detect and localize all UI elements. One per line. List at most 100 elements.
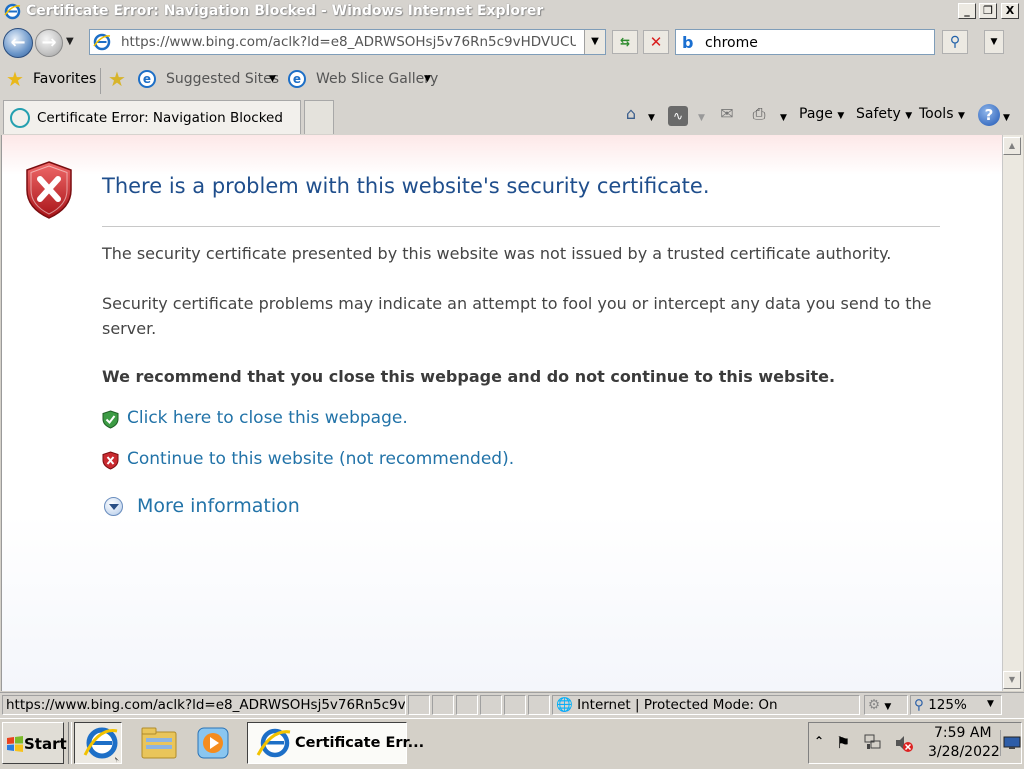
- scroll-up-button[interactable]: ▲: [1003, 137, 1021, 155]
- close-window-button[interactable]: X: [1001, 3, 1019, 19]
- status-pane: [528, 695, 550, 715]
- back-button[interactable]: ←: [3, 28, 33, 58]
- address-dropdown-button[interactable]: ▼: [584, 30, 605, 54]
- status-pane: [408, 695, 430, 715]
- recommendation-text: We recommend that you close this webpage…: [102, 367, 836, 386]
- security-zone[interactable]: 🌐 Internet | Protected Mode: On: [552, 695, 860, 715]
- status-pane: [480, 695, 502, 715]
- tools-menu[interactable]: Tools ▼: [919, 106, 965, 122]
- tab-label: Certificate Error: Navigation Blocked: [37, 110, 283, 126]
- ie-icon: e: [288, 70, 306, 88]
- show-desktop-button[interactable]: [1000, 730, 1021, 756]
- favorites-divider: [100, 68, 101, 94]
- folder-icon: [141, 727, 177, 759]
- printer-icon: ⎙: [752, 104, 766, 123]
- favorites-star-icon: ★: [6, 67, 24, 91]
- page-title: There is a problem with this website's s…: [102, 174, 710, 198]
- more-information-label: More information: [137, 495, 300, 517]
- mail-icon: ✉: [720, 104, 734, 123]
- clock-time[interactable]: 7:59 AM: [934, 725, 992, 741]
- zoom-label: 125%: [928, 697, 967, 713]
- refresh-icon: ⇆: [619, 35, 631, 49]
- home-dropdown[interactable]: ▼: [648, 108, 655, 124]
- recent-pages-dropdown[interactable]: ▼: [66, 36, 74, 47]
- start-button[interactable]: Start: [2, 722, 67, 764]
- page-menu-label: Page: [799, 106, 833, 122]
- taskbar-ie-label: Certificate Err...: [295, 735, 425, 751]
- rss-icon: ∿: [672, 109, 684, 123]
- feeds-button[interactable]: ∿: [668, 106, 688, 126]
- restore-button[interactable]: ❐: [979, 3, 997, 19]
- search-button[interactable]: ⚲: [942, 30, 968, 54]
- popup-blocker-button[interactable]: ⚙ ▼: [864, 695, 908, 715]
- status-pane: [504, 695, 526, 715]
- explanation-text: The security certificate presented by th…: [102, 244, 892, 263]
- search-options-dropdown[interactable]: ▼: [984, 30, 1004, 54]
- zone-label: Internet | Protected Mode: On: [577, 697, 778, 713]
- safety-menu[interactable]: Safety ▼: [856, 106, 912, 122]
- quick-launch-ie[interactable]: [74, 722, 122, 764]
- vertical-scrollbar[interactable]: [1002, 135, 1023, 691]
- chevron-up-icon: ⌃: [814, 734, 825, 748]
- ie-page-icon: [93, 33, 111, 51]
- continue-website-label: Continue to this website (not recommende…: [127, 449, 515, 469]
- media-player-icon: [197, 727, 229, 759]
- home-icon: ⌂: [625, 104, 637, 123]
- quick-launch-explorer[interactable]: [136, 722, 184, 764]
- feeds-dropdown[interactable]: ▼: [698, 108, 705, 124]
- taskbar-divider: [68, 722, 72, 764]
- shield-error-icon: [24, 160, 74, 220]
- loading-icon: [10, 108, 30, 128]
- add-favorite-star-icon: ★: [108, 67, 126, 91]
- show-hidden-icons-button[interactable]: ⌃: [814, 734, 824, 748]
- web-slice-gallery-label: Web Slice Gallery: [316, 71, 439, 87]
- start-label: Start: [24, 735, 67, 753]
- ie-icon: [83, 727, 119, 763]
- zoom-dropdown[interactable]: ▼: [987, 699, 994, 709]
- tools-menu-label: Tools: [919, 106, 954, 122]
- safety-menu-label: Safety: [856, 106, 901, 122]
- monitor-icon: [1003, 736, 1021, 749]
- read-mail-button[interactable]: ✉: [716, 103, 738, 125]
- status-url: https://www.bing.com/aclk?ld=e8_ADRWSOHs…: [2, 695, 406, 715]
- chevron-down-icon: ▼: [269, 74, 276, 84]
- minimize-button[interactable]: _: [958, 3, 976, 19]
- search-input[interactable]: chrome: [705, 35, 758, 51]
- page-menu[interactable]: Page ▼: [799, 106, 844, 122]
- new-tab-button[interactable]: [304, 100, 334, 134]
- network-icon[interactable]: [863, 732, 883, 752]
- bing-icon: b: [682, 33, 694, 52]
- home-button[interactable]: ⌂: [620, 103, 642, 125]
- taskbar-ie-window[interactable]: Certificate Err...: [247, 722, 424, 764]
- help-dropdown[interactable]: ▼: [1003, 108, 1010, 124]
- address-input[interactable]: https://www.bing.com/aclk?ld=e8_ADRWSOHs…: [121, 34, 576, 50]
- help-button[interactable]: ?: [978, 104, 1000, 126]
- ie-icon: [256, 728, 291, 758]
- ie-icon: [4, 3, 21, 20]
- forward-arrow-icon: →: [41, 32, 57, 53]
- globe-icon: 🌐: [556, 697, 573, 713]
- chevron-down-icon: ▼: [424, 74, 431, 84]
- quick-launch-media-player[interactable]: [190, 722, 238, 764]
- title-divider: [102, 226, 940, 227]
- warning-text: Security certificate problems may indica…: [102, 294, 932, 338]
- clock-date[interactable]: 3/28/2022: [928, 744, 1000, 760]
- address-bar[interactable]: https://www.bing.com/aclk?ld=e8_ADRWSOHs…: [89, 29, 606, 55]
- print-dropdown[interactable]: ▼: [780, 108, 787, 124]
- help-icon: ?: [984, 106, 994, 124]
- print-button[interactable]: ⎙: [748, 103, 770, 125]
- status-pane: [456, 695, 478, 715]
- favorites-label: Favorites: [33, 71, 97, 87]
- forward-button[interactable]: →: [35, 29, 63, 57]
- refresh-button[interactable]: ⇆: [612, 30, 638, 54]
- close-webpage-label: Click here to close this webpage.: [127, 408, 408, 428]
- scroll-down-button[interactable]: ▼: [1003, 671, 1021, 689]
- suggested-sites-label: Suggested Sites: [166, 71, 280, 87]
- stop-button[interactable]: ✕: [643, 30, 669, 54]
- action-center-icon[interactable]: ⚑: [836, 733, 850, 752]
- tab-certificate-error[interactable]: Certificate Error: Navigation Blocked: [3, 100, 301, 134]
- windows-flag-icon: [7, 736, 23, 752]
- search-box[interactable]: b chrome: [675, 29, 935, 55]
- status-pane: [432, 695, 454, 715]
- volume-muted-icon[interactable]: [893, 732, 915, 754]
